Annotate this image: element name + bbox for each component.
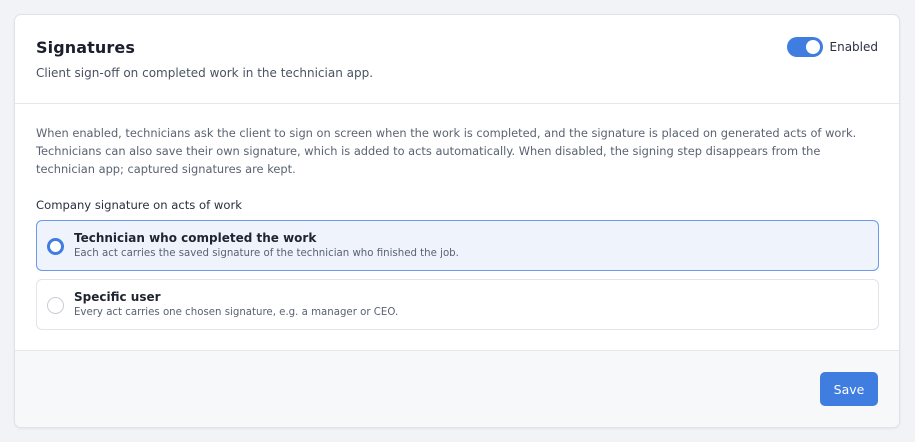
toggle-label: Enabled	[829, 40, 879, 54]
radio-selected-icon[interactable]	[47, 238, 64, 255]
card-header: Signatures Client sign-off on completed …	[15, 15, 899, 104]
card-subtitle: Client sign-off on completed work in the…	[36, 66, 374, 80]
option-title: Specific user	[74, 290, 161, 304]
option-specific-user[interactable]: Specific user Every act carries one chos…	[36, 279, 879, 330]
enabled-toggle-group: Enabled	[786, 37, 879, 57]
company-signature-label: Company signature on acts of work	[36, 198, 242, 212]
signatures-card: Signatures Client sign-off on completed …	[14, 14, 900, 428]
enabled-toggle[interactable]	[786, 37, 823, 57]
card-title: Signatures	[36, 38, 135, 57]
save-button[interactable]: Save	[820, 372, 878, 406]
toggle-knob	[805, 40, 820, 54]
option-description: Each act carries the saved signature of …	[74, 248, 459, 259]
option-title: Technician who completed the work	[74, 231, 317, 245]
feature-description: When enabled, technicians ask the client…	[36, 126, 857, 176]
card-body: When enabled, technicians ask the client…	[15, 104, 899, 352]
radio-unselected-icon[interactable]	[47, 297, 64, 314]
card-footer: Save	[15, 350, 899, 427]
option-technician[interactable]: Technician who completed the work Each a…	[36, 220, 879, 271]
option-description: Every act carries one chosen signature, …	[74, 307, 399, 318]
